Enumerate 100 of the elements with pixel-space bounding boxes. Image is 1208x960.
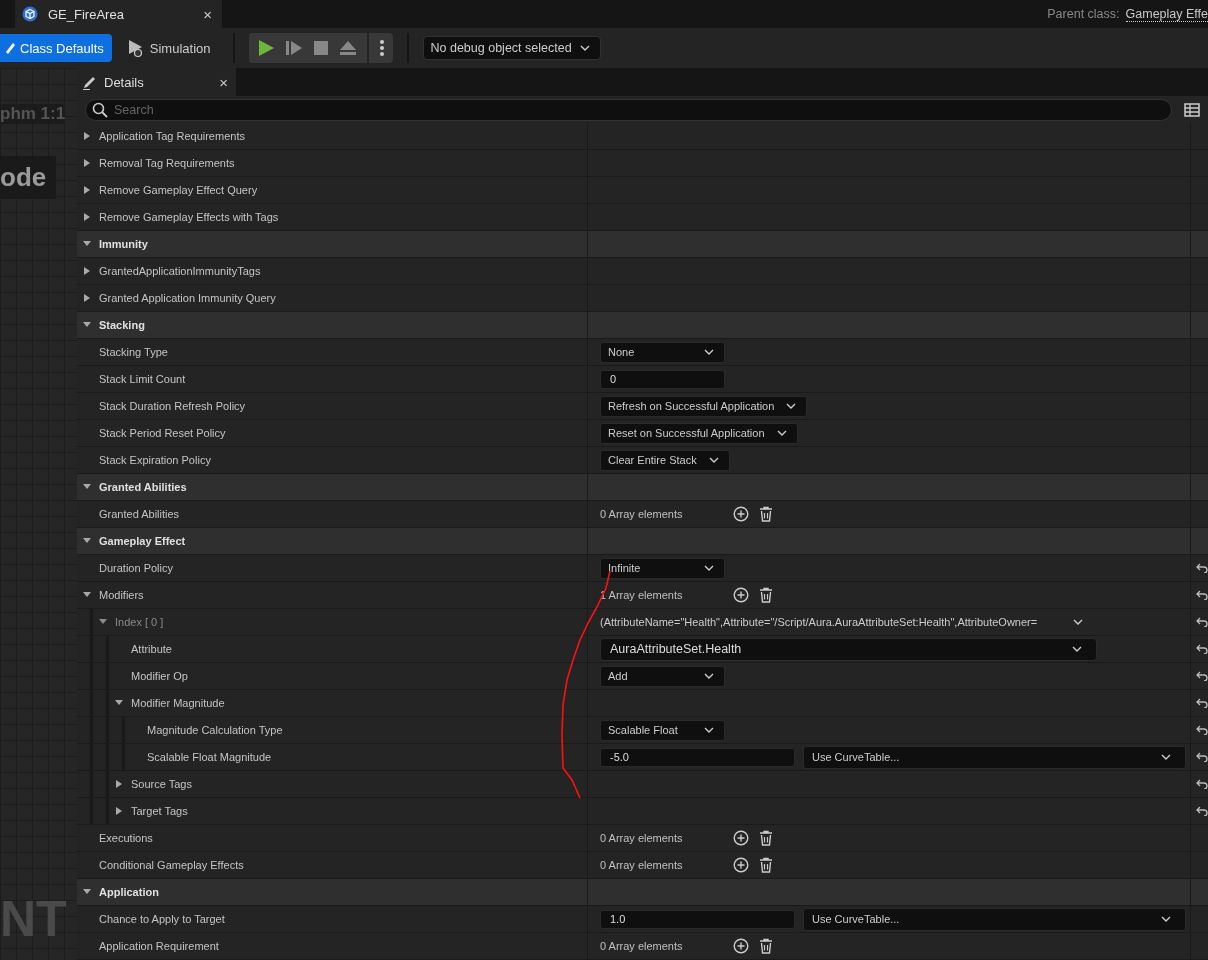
play-icon[interactable] [256,39,275,57]
property-label: Chance to Apply to Target [99,913,225,925]
property-label: Index [ 0 ] [115,616,164,628]
step-icon[interactable] [284,39,303,57]
property-label: Conditional Gameplay Effects [99,859,244,871]
more-icon[interactable] [378,39,385,57]
graph-label: ode [0,156,57,199]
collapsed-arrow-icon[interactable] [115,807,123,815]
expanded-arrow-icon[interactable] [83,483,91,491]
reset-icon[interactable] [1196,806,1208,816]
caret-icon [704,565,714,571]
expanded-arrow-icon[interactable] [115,699,123,707]
table-settings-icon[interactable] [1184,102,1200,117]
delete-icon[interactable] [759,830,773,846]
combo-box[interactable]: Infinite [600,557,725,579]
reset-icon[interactable] [1196,779,1208,789]
delete-icon[interactable] [759,938,773,954]
property-label: Target Tags [131,805,188,817]
collapsed-arrow-icon[interactable] [83,186,91,194]
add-icon[interactable] [733,938,749,954]
collapsed-arrow-icon[interactable] [83,213,91,221]
expanded-arrow-icon[interactable] [83,537,91,545]
add-icon[interactable] [733,506,749,522]
property-label: Duration Policy [99,562,173,574]
delete-icon[interactable] [759,506,773,522]
combo-box[interactable]: None [600,341,725,363]
document-tab[interactable]: GE_FireArea × [15,0,222,28]
array-count: 0 Array elements [600,940,684,952]
mode-button[interactable]: Simulation [117,34,219,62]
zoom-label: phm 1:1 [0,104,66,124]
combo-box[interactable]: Clear Entire Stack [600,449,730,471]
property-label: Modifier Magnitude [131,697,225,709]
close-icon[interactable]: × [219,73,228,91]
combo-box[interactable]: Add [600,665,725,687]
mode-button[interactable]: Class Defaults [0,34,112,62]
caret-icon [704,349,714,355]
array-count: 0 Array elements [600,859,684,871]
property-label: Remove Gameplay Effect Query [99,184,258,196]
reset-icon[interactable] [1196,644,1208,654]
caret-icon [786,403,797,409]
parent-class-link[interactable]: Gameplay Effe [1125,6,1208,22]
reset-icon[interactable] [1196,617,1208,627]
cube-icon [22,6,38,22]
category-header: Stacking [99,319,145,331]
eject-icon[interactable] [338,40,357,56]
number-field[interactable]: 1.0 [600,909,795,929]
number-field[interactable]: -5.0 [600,747,795,767]
expanded-arrow-icon[interactable] [83,321,91,329]
collapsed-arrow-icon[interactable] [83,267,91,275]
document-title: GE_FireArea [48,6,125,22]
reset-icon[interactable] [1196,563,1208,573]
category-header: Granted Abilities [99,481,187,493]
property-label: Attribute [131,643,172,655]
curve-table-dropdown[interactable]: Use CurveTable... [803,907,1186,931]
caret-icon [1072,646,1082,652]
reset-icon[interactable] [1196,590,1208,600]
pencil-icon [4,40,16,56]
close-icon[interactable]: × [203,5,212,23]
combo-box[interactable]: Refresh on Successful Application [600,395,808,417]
collapsed-arrow-icon[interactable] [83,294,91,302]
caret-icon [704,727,714,733]
add-icon[interactable] [733,587,749,603]
expanded-arrow-icon[interactable] [99,618,107,626]
collapsed-arrow-icon[interactable] [115,780,123,788]
add-icon[interactable] [733,857,749,873]
debug-object-dropdown[interactable]: No debug object selected [422,36,601,60]
combo-box[interactable]: Scalable Float [600,719,725,741]
property-label: Magnitude Calculation Type [147,724,283,736]
add-icon[interactable] [733,830,749,846]
property-label: Modifier Op [131,670,188,682]
property-label: Scalable Float Magnitude [147,751,272,763]
caret-icon [704,673,714,679]
category-header: Application [99,886,159,898]
search-field[interactable]: Search [85,98,1172,121]
property-label: GrantedApplicationImmunityTags [99,265,261,277]
pencil-icon [82,74,98,90]
details-tab[interactable]: Details × [77,68,236,96]
collapsed-arrow-icon[interactable] [83,132,91,140]
expanded-arrow-icon[interactable] [83,888,91,896]
array-count: 0 Array elements [600,508,684,520]
delete-icon[interactable] [759,857,773,873]
details-title: Details [104,74,145,90]
reset-icon[interactable] [1196,698,1208,708]
expanded-arrow-icon[interactable] [83,240,91,248]
combo-box[interactable]: Reset on Successful Application [600,422,798,444]
reset-icon[interactable] [1196,671,1208,681]
reset-icon[interactable] [1196,752,1208,762]
collapsed-arrow-icon[interactable] [83,159,91,167]
curve-table-dropdown[interactable]: Use CurveTable... [803,745,1186,769]
search-icon [92,101,108,118]
attribute-picker[interactable]: AuraAttributeSet.Health [600,637,1097,661]
stop-icon[interactable] [312,40,329,56]
struct-value-dropdown[interactable]: (AttributeName="Health",Attribute="/Script/Aura.AuraAttributeSet:Health",AttributeOwner= [588,615,1083,629]
number-field[interactable]: 0 [600,369,725,389]
property-label: Removal Tag Requirements [99,157,235,169]
property-label: Remove Gameplay Effects with Tags [99,211,279,223]
reset-icon[interactable] [1196,725,1208,735]
delete-icon[interactable] [759,587,773,603]
expanded-arrow-icon[interactable] [83,591,91,599]
array-count: 0 Array elements [600,832,684,844]
